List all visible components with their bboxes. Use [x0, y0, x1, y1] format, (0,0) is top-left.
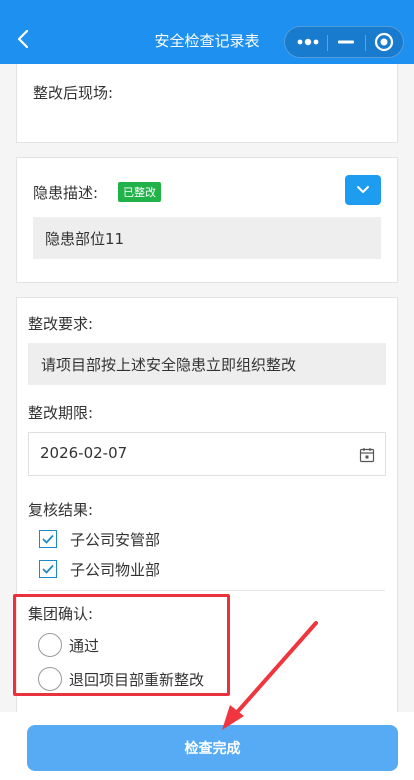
review-checkbox-property[interactable] — [39, 560, 57, 578]
deadline-label: 整改期限: — [28, 404, 94, 422]
section-divider — [28, 590, 385, 591]
deadline-date-input[interactable]: 2026-02-07 — [28, 432, 386, 476]
review-checkbox-safety[interactable] — [39, 530, 57, 548]
minimize-icon[interactable] — [331, 27, 361, 57]
capsule-divider — [365, 35, 366, 51]
checkmark-icon — [42, 564, 54, 574]
complete-inspection-button[interactable]: 检查完成 — [27, 725, 398, 771]
hazard-label: 隐患描述: — [33, 184, 99, 202]
target-circle-icon[interactable] — [369, 27, 399, 57]
after-site-label: 整改后现场: — [33, 84, 114, 102]
capsule-menu — [284, 26, 404, 58]
nav-bar: 安全检查记录表 — [0, 0, 414, 64]
chevron-down-icon — [357, 186, 369, 193]
review-option-label[interactable]: 子公司物业部 — [70, 559, 160, 580]
requirement-label: 整改要求: — [28, 315, 94, 333]
review-option-label[interactable]: 子公司安管部 — [70, 529, 160, 550]
capsule-divider — [327, 35, 328, 51]
hazard-card: 隐患描述: 已整改 隐患部位11 — [16, 157, 398, 283]
hazard-value: 隐患部位11 — [33, 217, 381, 259]
checkmark-icon — [42, 534, 54, 544]
highlight-box — [13, 594, 230, 696]
after-site-card: 整改后现场: — [16, 64, 398, 143]
status-badge: 已整改 — [118, 182, 161, 202]
deadline-date-value: 2026-02-07 — [40, 444, 128, 462]
requirement-value: 请项目部按上述安全隐患立即组织整改 — [28, 343, 386, 385]
expand-button[interactable] — [345, 175, 381, 205]
review-label: 复核结果: — [28, 501, 94, 519]
more-dots-icon[interactable] — [293, 27, 323, 57]
calendar-icon[interactable] — [359, 447, 375, 463]
